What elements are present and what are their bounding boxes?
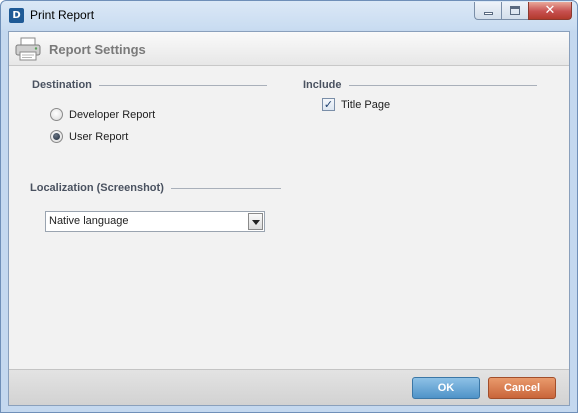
checkbox-title-page[interactable]: ✓ Title Page: [322, 98, 390, 111]
radio-button[interactable]: [50, 108, 63, 121]
dialog-footer: OK Cancel: [9, 369, 569, 405]
maximize-button[interactable]: [501, 2, 528, 20]
localization-label-text: Localization (Screenshot): [30, 182, 164, 194]
settings-title: Report Settings: [49, 42, 146, 57]
print-report-dialog: D Print Report ✕ Report Settings Destina…: [0, 0, 578, 413]
cancel-button[interactable]: Cancel: [488, 377, 556, 399]
localization-group-label: Localization (Screenshot): [30, 182, 281, 194]
destination-label-text: Destination: [32, 79, 92, 91]
checkbox-label: Title Page: [341, 98, 391, 111]
radio-user-report[interactable]: User Report: [50, 130, 128, 143]
check-icon[interactable]: ✓: [322, 98, 335, 111]
localization-select-value: Native language: [49, 215, 129, 227]
include-label-text: Include: [303, 79, 342, 91]
radio-button-selected[interactable]: [50, 130, 63, 143]
localization-select[interactable]: Native language: [45, 211, 265, 232]
settings-header: Report Settings: [9, 32, 569, 66]
close-icon: ✕: [544, 3, 556, 18]
radio-label: User Report: [69, 130, 129, 143]
dialog-body: Report Settings Destination Developer Re…: [8, 31, 570, 406]
app-icon: D: [9, 8, 24, 23]
destination-group-label: Destination: [32, 79, 267, 91]
destination-divider: [98, 84, 267, 86]
printer-icon: [15, 37, 41, 61]
radio-label: Developer Report: [69, 108, 156, 121]
radio-developer-report[interactable]: Developer Report: [50, 108, 155, 121]
caption-buttons: ✕: [474, 2, 572, 20]
window-title: Print Report: [30, 8, 95, 22]
include-group-label: Include: [303, 79, 537, 91]
title-bar[interactable]: D Print Report ✕: [1, 1, 577, 31]
maximize-icon: [510, 6, 520, 15]
include-divider: [348, 84, 537, 86]
minimize-icon: [484, 12, 493, 15]
chevron-down-icon[interactable]: [248, 213, 263, 230]
ok-button[interactable]: OK: [412, 377, 480, 399]
localization-divider: [170, 187, 281, 189]
minimize-button[interactable]: [474, 2, 501, 20]
close-button[interactable]: ✕: [528, 2, 572, 20]
